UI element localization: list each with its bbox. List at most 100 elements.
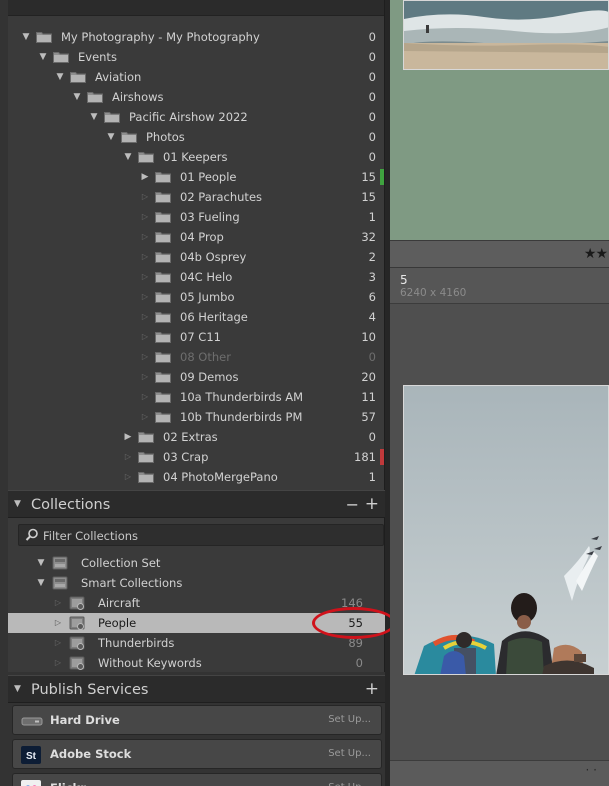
folder-icon [53,51,69,63]
folder-row[interactable]: ▷ 10a Thunderbirds AM 11 [8,387,384,407]
folder-row[interactable]: ▷ 05 Jumbo 6 [8,287,384,307]
setup-button[interactable]: Set Up... [328,748,371,759]
folder-count: 0 [368,430,376,444]
folder-row[interactable]: ▷ 10b Thunderbirds PM 57 [8,407,384,427]
folder-count: 20 [361,370,376,384]
disclosure-empty-icon[interactable]: ▷ [140,191,150,203]
folder-row[interactable]: ▼ Pacific Airshow 2022 0 [8,107,384,127]
publish-service-row[interactable]: Flickr Set Up... [12,773,382,786]
folder-row[interactable]: ▷ 04C Helo 3 [8,267,384,287]
smart-collection-icon [69,636,85,650]
collections-header[interactable]: ▼ Collections − + [8,490,385,518]
disclosure-open-icon[interactable]: ▼ [21,31,31,43]
disclosure-empty-icon[interactable]: ▷ [140,291,150,303]
disclosure-empty-icon[interactable]: ▷ [53,657,63,669]
disclosure-empty-icon[interactable]: ▷ [140,411,150,423]
folder-row[interactable]: ▷ 04 PhotoMergePano 1 [8,467,384,487]
folder-icon [104,111,120,123]
photo-dimensions: 6240 x 4160 [400,287,467,299]
folder-row[interactable]: ▷ 08 Other 0 [8,347,384,367]
collection-set-row[interactable]: ▼ Smart Collections [8,573,385,593]
add-publish-service-button[interactable]: + [365,679,379,699]
disclosure-empty-icon[interactable]: ▷ [140,271,150,283]
folder-icon [138,451,154,463]
smart-collection-row[interactable]: ▷ Thunderbirds 89 [8,633,385,653]
disclosure-empty-icon[interactable]: ▷ [123,451,133,463]
setup-button[interactable]: Set Up... [328,714,371,725]
folder-row[interactable]: ▷ 04b Osprey 2 [8,247,384,267]
folder-count: 2 [368,250,376,264]
setup-button[interactable]: Set Up... [328,782,371,786]
folder-count: 0 [368,110,376,124]
star-rating[interactable]: ★★ [584,246,608,262]
airshow-thumbnail[interactable] [403,385,609,675]
folder-row[interactable]: ▼ My Photography - My Photography 0 [8,27,384,47]
folder-row[interactable]: ▶ 01 People 15 [8,167,384,187]
folder-count: 32 [361,230,376,244]
disclosure-empty-icon[interactable]: ▷ [140,391,150,403]
folder-icon [155,371,171,383]
disclosure-open-icon[interactable]: ▼ [38,51,48,63]
folder-row[interactable]: ▷ 09 Demos 20 [8,367,384,387]
disclosure-empty-icon[interactable]: ▷ [53,597,63,609]
folder-row[interactable]: ▼ Events 0 [8,47,384,67]
filter-collections-input[interactable]: Filter Collections [18,524,384,546]
folder-row[interactable]: ▷ 07 C11 10 [8,327,384,347]
disclosure-open-icon[interactable]: ▼ [89,111,99,123]
folder-name: My Photography - My Photography [61,30,260,44]
disclosure-open-icon[interactable]: ▼ [123,151,133,163]
folder-count: 6 [368,290,376,304]
hard-drive-icon [21,712,43,730]
disclosure-closed-icon[interactable]: ▶ [140,171,150,183]
grid-cell-1[interactable] [390,0,609,240]
collapse-triangle-icon[interactable]: ▼ [14,684,21,694]
disclosure-closed-icon[interactable]: ▶ [123,431,133,443]
publish-service-row[interactable]: Hard Drive Set Up... [12,705,382,735]
disclosure-empty-icon[interactable]: ▷ [140,311,150,323]
disclosure-empty-icon[interactable]: ▷ [53,637,63,649]
disclosure-empty-icon[interactable]: ▷ [53,617,63,629]
disclosure-empty-icon[interactable]: ▷ [140,371,150,383]
folder-icon [121,131,137,143]
photo-info: 5 6240 x 4160 [390,268,609,304]
folder-row[interactable]: ▷ 06 Heritage 4 [8,307,384,327]
folder-count: 4 [368,310,376,324]
publish-services-header[interactable]: ▼ Publish Services + [8,675,385,703]
collection-set-row[interactable]: ▼ Collection Set [8,553,385,573]
disclosure-open-icon[interactable]: ▼ [72,91,82,103]
grid-cell-2[interactable] [390,305,609,760]
disclosure-open-icon[interactable]: ▼ [106,131,116,143]
folder-row[interactable]: ▷ 03 Fueling 1 [8,207,384,227]
smart-collection-row[interactable]: ▷ Without Keywords 0 [8,653,385,673]
folder-row[interactable]: ▼ Aviation 0 [8,67,384,87]
folder-row[interactable]: ▼ Photos 0 [8,127,384,147]
publish-service-row[interactable]: St Adobe Stock Set Up... [12,739,382,769]
folder-row[interactable]: ▷ 02 Parachutes 15 [8,187,384,207]
disclosure-empty-icon[interactable]: ▷ [140,231,150,243]
folder-name: 01 People [180,170,237,184]
folder-row[interactable]: ▼ Airshows 0 [8,87,384,107]
disclosure-open-icon[interactable]: ▼ [36,577,46,589]
add-collection-button[interactable]: + [365,494,379,514]
folder-count: 57 [361,410,376,424]
beach-thumbnail[interactable] [403,0,609,70]
folder-icon [138,431,154,443]
disclosure-empty-icon[interactable]: ▷ [123,471,133,483]
disclosure-open-icon[interactable]: ▼ [36,557,46,569]
disclosure-empty-icon[interactable]: ▷ [140,211,150,223]
collapse-triangle-icon[interactable]: ▼ [14,499,21,509]
rating-strip[interactable]: ★★ [390,240,609,268]
folder-row[interactable]: ▷ 03 Crap 181 [8,447,384,467]
folder-row[interactable]: ▶ 02 Extras 0 [8,427,384,447]
folder-row[interactable]: ▷ 04 Prop 32 [8,227,384,247]
disclosure-empty-icon[interactable]: ▷ [140,251,150,263]
folder-name: 08 Other [180,350,231,364]
folder-icon [70,71,86,83]
search-icon [25,528,38,541]
disclosure-empty-icon[interactable]: ▷ [140,351,150,363]
remove-collection-button[interactable]: − [346,495,359,514]
disclosure-open-icon[interactable]: ▼ [55,71,65,83]
disclosure-empty-icon[interactable]: ▷ [140,331,150,343]
folder-row[interactable]: ▼ 01 Keepers 0 [8,147,384,167]
smart-collection-icon [69,596,85,610]
